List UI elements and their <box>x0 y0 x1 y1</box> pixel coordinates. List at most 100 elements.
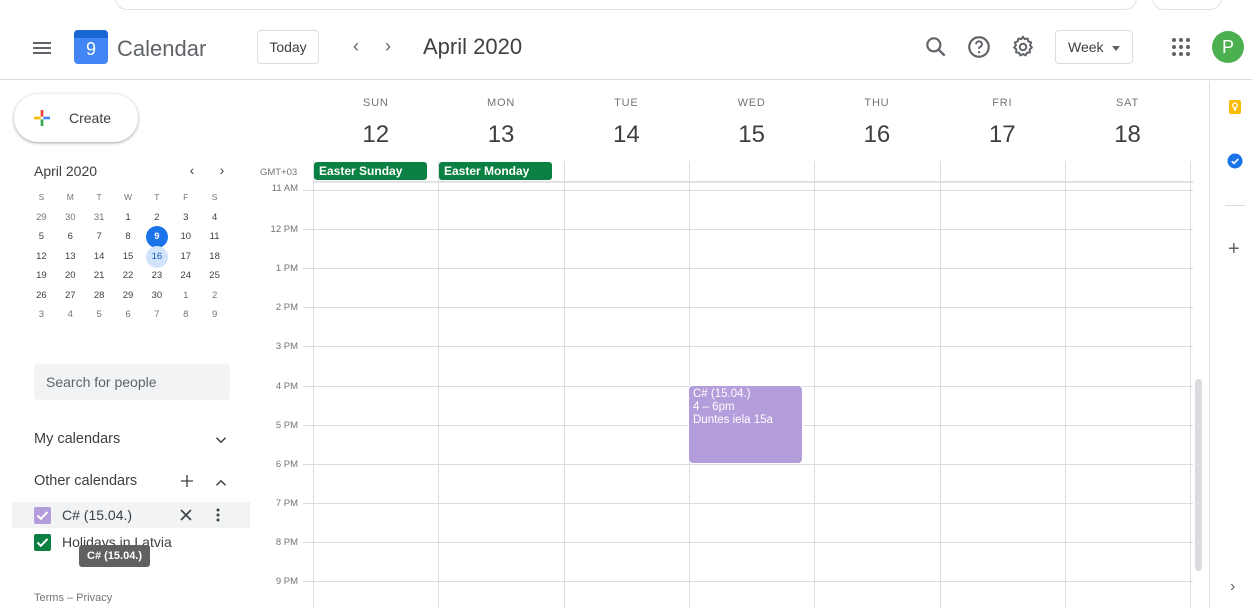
chevron-down-icon[interactable] <box>212 431 230 449</box>
mini-day[interactable]: 5 <box>27 227 56 246</box>
app-title: Calendar <box>117 36 207 61</box>
allday-event[interactable]: Easter Sunday <box>314 162 427 180</box>
mini-day[interactable]: 19 <box>27 266 56 285</box>
mini-day[interactable]: 30 <box>142 286 171 305</box>
calendar-checkbox[interactable] <box>34 507 51 524</box>
mini-day[interactable]: 30 <box>56 208 85 227</box>
mini-day[interactable]: 7 <box>85 227 114 246</box>
mini-day[interactable]: 23 <box>142 266 171 285</box>
mini-day[interactable]: 1 <box>171 286 200 305</box>
terms-privacy-links[interactable]: Terms – Privacy <box>34 592 112 604</box>
allday-divider <box>313 182 1193 183</box>
calendar-event[interactable]: C# (15.04.) 4 – 6pm Duntes iela 15a <box>689 386 802 463</box>
mini-day[interactable]: 15 <box>114 247 143 266</box>
more-options-icon[interactable] <box>210 507 226 523</box>
day-number[interactable]: 16 <box>814 121 940 149</box>
mini-day[interactable]: 8 <box>171 305 200 324</box>
mini-day[interactable]: 27 <box>56 286 85 305</box>
mini-day[interactable]: 9 <box>200 305 229 324</box>
day-header-fri: FRI 17 <box>940 81 1066 161</box>
mini-day[interactable]: 29 <box>114 286 143 305</box>
help-icon[interactable] <box>966 34 992 60</box>
settings-gear-icon[interactable] <box>1010 34 1036 60</box>
colorful-plus-icon <box>34 110 50 126</box>
mini-day[interactable]: 28 <box>85 286 114 305</box>
mini-day[interactable]: 8 <box>114 227 143 246</box>
mini-day[interactable]: 12 <box>27 247 56 266</box>
chevron-up-icon[interactable] <box>212 474 230 492</box>
mini-day[interactable]: 14 <box>85 247 114 266</box>
day-number[interactable]: 18 <box>1065 121 1191 149</box>
mini-day[interactable]: 3 <box>171 208 200 227</box>
day-number[interactable]: 13 <box>438 121 564 149</box>
mini-day[interactable]: 2 <box>142 208 171 227</box>
add-addon-icon[interactable]: + <box>1228 239 1240 259</box>
my-calendars-header[interactable]: My calendars <box>34 431 120 447</box>
other-calendars-header: Other calendars <box>34 473 138 489</box>
mini-calendar-title: April 2020 <box>34 163 98 179</box>
mini-day[interactable]: 11 <box>200 227 229 246</box>
mini-day[interactable]: 10 <box>171 227 200 246</box>
mini-day[interactable]: 13 <box>56 247 85 266</box>
scrollbar[interactable] <box>1195 379 1202 571</box>
logo-tab <box>74 30 108 38</box>
day-header-sat: SAT 18 <box>1065 81 1191 161</box>
mini-day-number: 9 <box>145 226 168 249</box>
day-header-thu: THU 16 <box>814 81 940 161</box>
mini-day[interactable]: 21 <box>85 266 114 285</box>
mini-day-number: 31 <box>93 211 105 223</box>
mini-day[interactable]: 16 <box>142 245 171 268</box>
today-button[interactable]: Today <box>257 30 319 64</box>
google-apps-icon[interactable] <box>1172 38 1190 56</box>
mini-day[interactable]: 31 <box>85 208 114 227</box>
hour-divider <box>303 581 1193 582</box>
mini-day[interactable]: 6 <box>114 305 143 324</box>
day-number[interactable]: 17 <box>940 121 1066 149</box>
mini-day[interactable]: 29 <box>27 208 56 227</box>
day-number[interactable]: 15 <box>689 121 815 149</box>
browser-address-bar <box>115 0 1137 10</box>
mini-day[interactable]: 25 <box>200 266 229 285</box>
search-people-input[interactable] <box>34 364 230 400</box>
mini-day[interactable]: 2 <box>200 286 229 305</box>
mini-day[interactable]: 3 <box>27 305 56 324</box>
calendar-checkbox[interactable] <box>34 534 51 551</box>
mini-day[interactable]: 6 <box>56 227 85 246</box>
add-calendar-icon[interactable] <box>178 472 196 490</box>
mini-day[interactable]: 5 <box>85 305 114 324</box>
time-label: 4 PM <box>275 381 298 392</box>
main-menu-button[interactable] <box>24 36 64 60</box>
view-selector-button[interactable]: Week <box>1055 30 1133 64</box>
allday-event[interactable]: Easter Monday <box>439 162 552 180</box>
mini-next-month-button[interactable]: › <box>214 162 230 178</box>
mini-day[interactable]: 18 <box>200 247 229 266</box>
close-icon[interactable] <box>178 507 194 523</box>
day-number[interactable]: 14 <box>564 121 690 149</box>
day-of-week: TUE <box>614 97 639 109</box>
mini-day[interactable]: 4 <box>56 305 85 324</box>
account-avatar[interactable]: P <box>1212 31 1244 63</box>
mini-day[interactable]: 9 <box>142 226 171 249</box>
mini-day[interactable]: 1 <box>114 208 143 227</box>
mini-day[interactable]: 20 <box>56 266 85 285</box>
mini-day[interactable]: 26 <box>27 286 56 305</box>
day-number[interactable]: 12 <box>313 121 439 149</box>
create-button[interactable]: Create <box>14 94 138 142</box>
calendar-item-csharp[interactable]: C# (15.04.) <box>12 502 250 528</box>
expand-panel-icon[interactable]: › <box>1230 578 1235 596</box>
mini-day-number: 16 <box>145 245 168 268</box>
menu-icon-line <box>33 52 51 54</box>
mini-day[interactable]: 7 <box>142 305 171 324</box>
mini-prev-month-button[interactable]: ‹ <box>184 162 200 178</box>
keep-icon[interactable] <box>1227 99 1243 115</box>
mini-day[interactable]: 4 <box>200 208 229 227</box>
mini-day[interactable]: 22 <box>114 266 143 285</box>
next-week-button[interactable]: › <box>378 36 398 58</box>
prev-week-button[interactable]: ‹ <box>346 36 366 58</box>
mini-day[interactable]: 17 <box>171 247 200 266</box>
tasks-icon[interactable] <box>1227 153 1243 169</box>
mini-day-number: 6 <box>125 309 131 321</box>
search-icon[interactable] <box>923 34 949 60</box>
mini-day-number: 10 <box>180 231 192 243</box>
mini-day[interactable]: 24 <box>171 266 200 285</box>
